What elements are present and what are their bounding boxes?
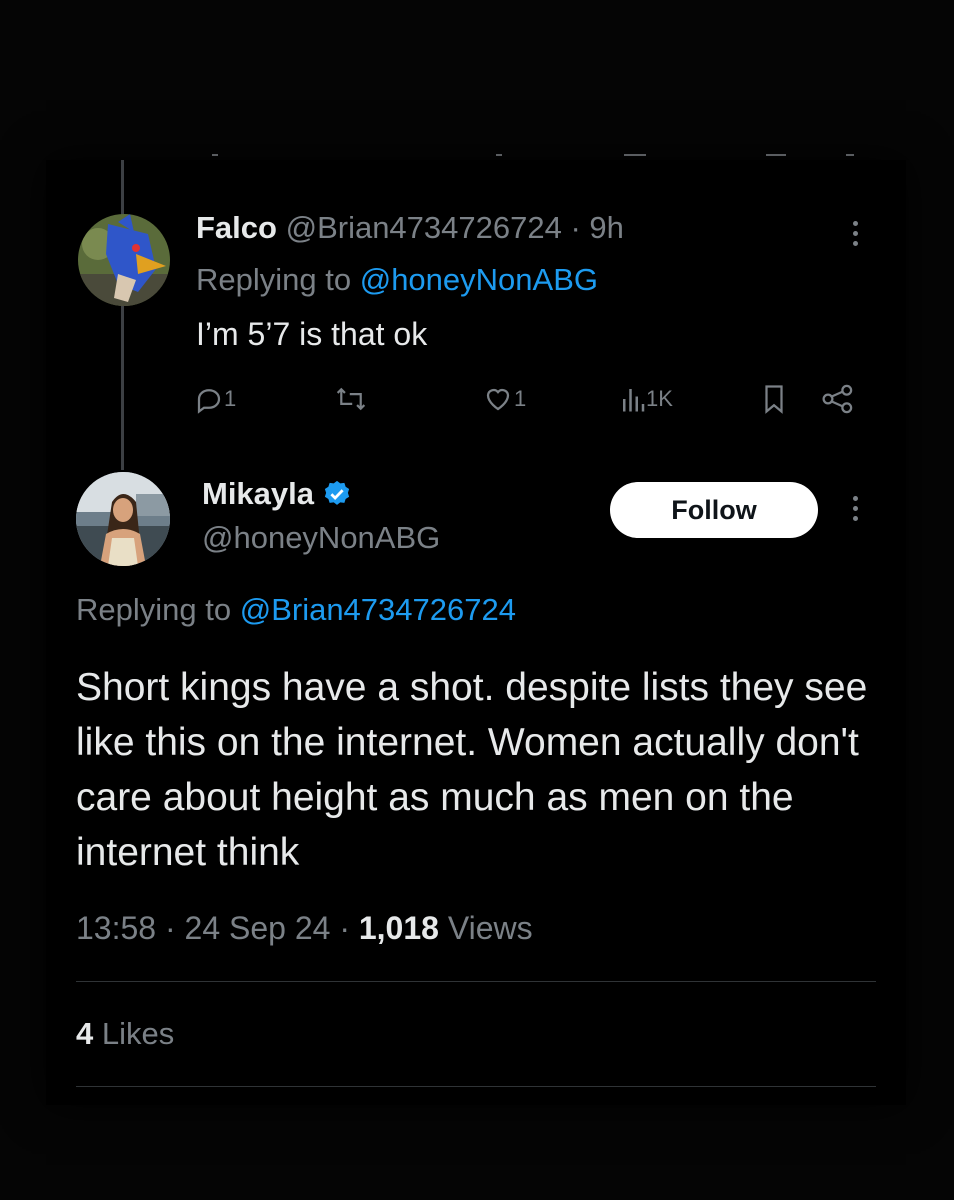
retweet-icon bbox=[336, 387, 366, 411]
reply-separator: · bbox=[570, 210, 581, 245]
heart-icon bbox=[486, 388, 510, 411]
tweet-time[interactable]: 13:58 bbox=[76, 910, 156, 946]
tweet-more-icon[interactable] bbox=[852, 496, 860, 526]
tweet-author-handle[interactable]: @honeyNonABG bbox=[202, 520, 440, 556]
reply-more-icon[interactable] bbox=[852, 221, 860, 251]
divider bbox=[76, 1086, 876, 1087]
like-count: 1 bbox=[514, 386, 527, 411]
share-icon bbox=[822, 384, 853, 414]
likes-summary[interactable]: 4 Likes bbox=[76, 1016, 174, 1052]
thread-connector-line bbox=[121, 160, 124, 470]
replying-prefix: Replying to bbox=[196, 262, 352, 297]
replying-handle-link[interactable]: @honeyNonABG bbox=[360, 262, 598, 297]
replying-prefix: Replying to bbox=[76, 592, 232, 627]
likes-count: 4 bbox=[76, 1016, 94, 1051]
reply-author-handle[interactable]: @Brian4734726724 bbox=[286, 210, 562, 245]
reply-button[interactable]: 1 bbox=[194, 384, 236, 414]
previous-tweet-remnant bbox=[0, 154, 954, 162]
verified-badge-icon bbox=[324, 480, 350, 505]
reply-text: I’m 5’7 is that ok bbox=[196, 316, 428, 352]
reply-time[interactable]: 9h bbox=[589, 210, 623, 245]
bookmark-icon bbox=[765, 385, 783, 414]
views-button[interactable]: 1K bbox=[620, 384, 673, 414]
analytics-icon bbox=[623, 389, 645, 412]
share-button[interactable] bbox=[820, 384, 856, 414]
divider bbox=[76, 981, 876, 982]
reply-header: Falco @Brian4734726724 · 9h bbox=[196, 210, 624, 246]
mikayla-avatar[interactable] bbox=[76, 472, 170, 566]
reply-count: 1 bbox=[224, 386, 237, 411]
tweet-date[interactable]: 24 Sep 24 bbox=[185, 910, 331, 946]
follow-button[interactable]: Follow bbox=[610, 482, 818, 538]
tweet-views-label: Views bbox=[447, 910, 533, 946]
comment-icon bbox=[197, 389, 221, 414]
tweet-text: Short kings have a shot. despite lists t… bbox=[76, 666, 868, 874]
replying-handle-link[interactable]: @Brian4734726724 bbox=[240, 592, 516, 627]
reply-author-name[interactable]: Falco bbox=[196, 210, 277, 245]
tweet-views-count: 1,018 bbox=[358, 910, 439, 946]
tweet-author-name-row: Mikayla bbox=[202, 476, 352, 512]
tweet-replying-to: Replying to @Brian4734726724 bbox=[76, 592, 516, 628]
bookmark-button[interactable] bbox=[760, 384, 788, 414]
tweet-card bbox=[46, 160, 906, 1105]
views-count: 1K bbox=[646, 386, 673, 411]
retweet-button[interactable] bbox=[334, 384, 368, 414]
tweet-author-name[interactable]: Mikayla bbox=[202, 476, 314, 512]
tweet-meta: 13:58 · 24 Sep 24 · 1,018 Views bbox=[76, 910, 533, 946]
like-button[interactable]: 1 bbox=[482, 384, 526, 414]
likes-label: Likes bbox=[101, 1016, 175, 1051]
reply-replying-to: Replying to @honeyNonABG bbox=[196, 262, 598, 298]
falco-avatar[interactable] bbox=[78, 214, 170, 306]
